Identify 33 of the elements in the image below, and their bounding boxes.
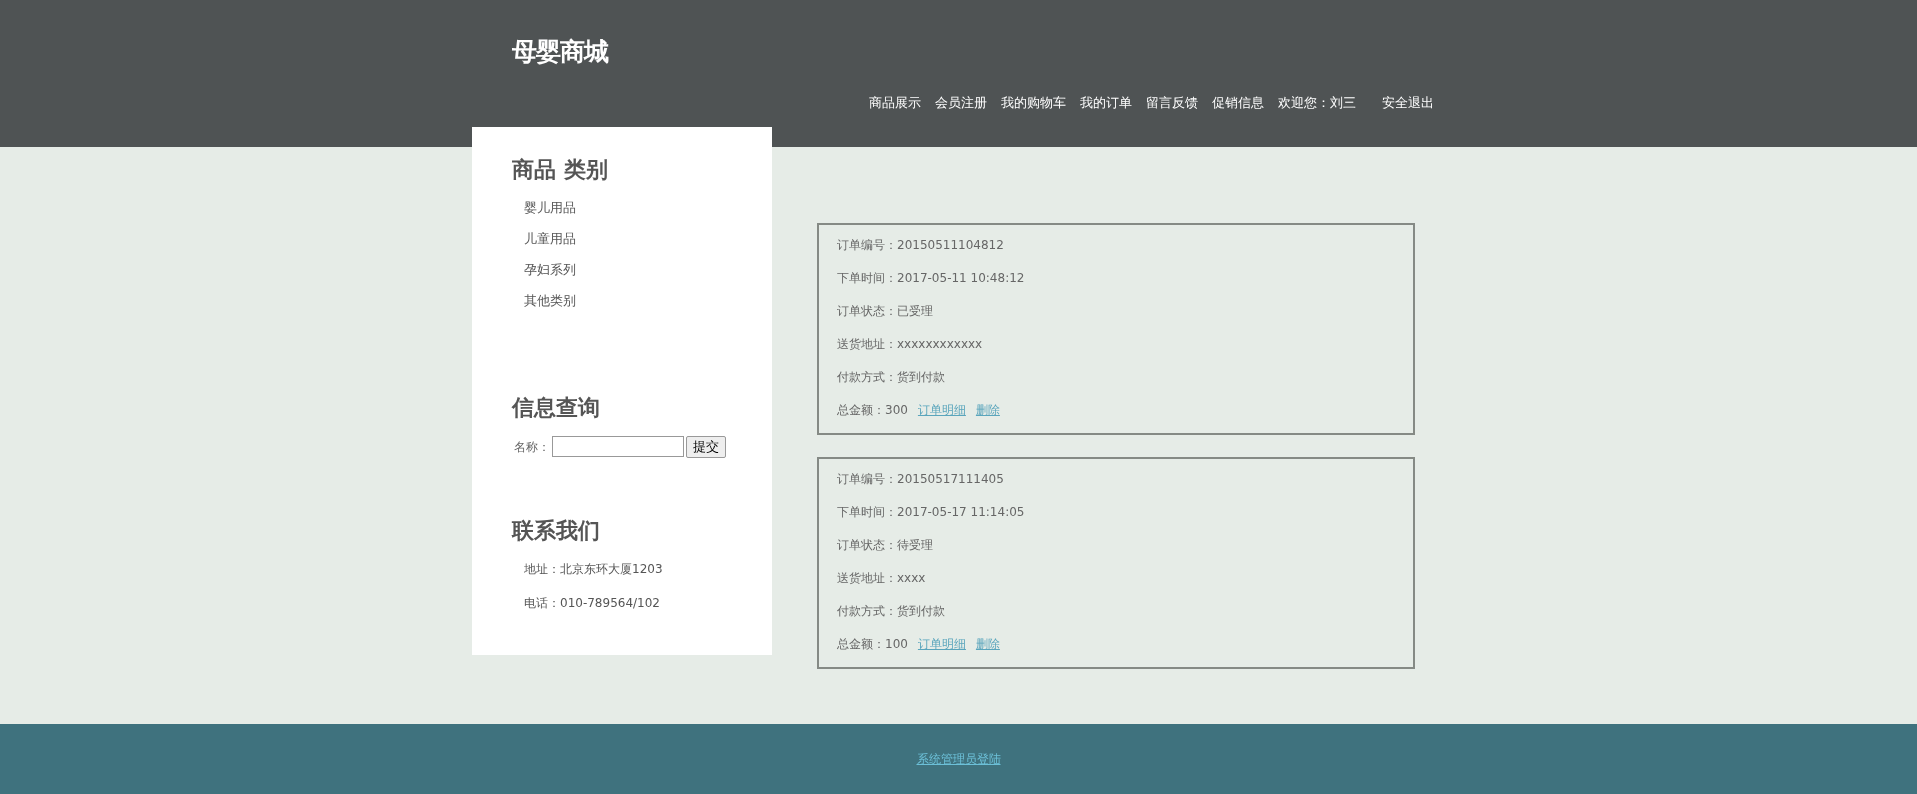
- nav-link[interactable]: 我的订单: [1080, 92, 1132, 112]
- nav-link[interactable]: 安全退出: [1382, 92, 1434, 112]
- category-link[interactable]: 其他类别: [524, 292, 772, 311]
- contact-info: 电话：010-789564/102: [524, 595, 661, 613]
- order-detail: 订单编号：20150517111405: [837, 471, 1005, 488]
- category-link[interactable]: 儿童用品: [524, 230, 772, 249]
- field-label: 名称：: [514, 438, 550, 456]
- order-detail: 下单时间：2017-05-17 11:14:05: [837, 504, 1026, 521]
- site-logo: 母婴商城: [512, 36, 608, 68]
- nav-link[interactable]: 留言反馈: [1146, 92, 1198, 112]
- order-detail: 下单时间：2017-05-11 10:48:12: [837, 270, 1026, 287]
- nav-link[interactable]: 促销信息: [1212, 92, 1264, 112]
- order-total: 总金额：300: [837, 402, 908, 419]
- contact-info: 地址：北京东环大厦1203: [524, 561, 664, 579]
- order-detail: 付款方式：货到付款: [837, 603, 946, 620]
- order-detail: 付款方式：货到付款: [837, 369, 946, 386]
- section-heading: 商品 类别: [512, 157, 609, 184]
- order-total: 总金额：100: [837, 636, 908, 653]
- category-link[interactable]: 婴儿用品: [524, 199, 772, 218]
- order-detail: 订单编号：20150511104812: [837, 237, 1005, 254]
- nav-link[interactable]: 会员注册: [935, 92, 987, 112]
- nav-link[interactable]: 我的购物车: [1001, 92, 1066, 112]
- welcome-text: 欢迎您：刘三: [1278, 93, 1356, 112]
- section-heading: 信息查询: [512, 395, 601, 422]
- order-detail: 送货地址：xxxx: [837, 570, 927, 587]
- submit-button[interactable]: 提交: [686, 435, 726, 458]
- order-detail: 送货地址：xxxxxxxxxxxx: [837, 336, 984, 353]
- nav-link[interactable]: 商品展示: [869, 92, 921, 112]
- order-detail: 订单状态：已受理: [837, 303, 934, 320]
- category-link[interactable]: 孕妇系列: [524, 261, 772, 280]
- order-detail: 订单状态：待受理: [837, 537, 934, 554]
- section-heading: 联系我们: [512, 517, 601, 545]
- name-input-field[interactable]: [552, 436, 684, 458]
